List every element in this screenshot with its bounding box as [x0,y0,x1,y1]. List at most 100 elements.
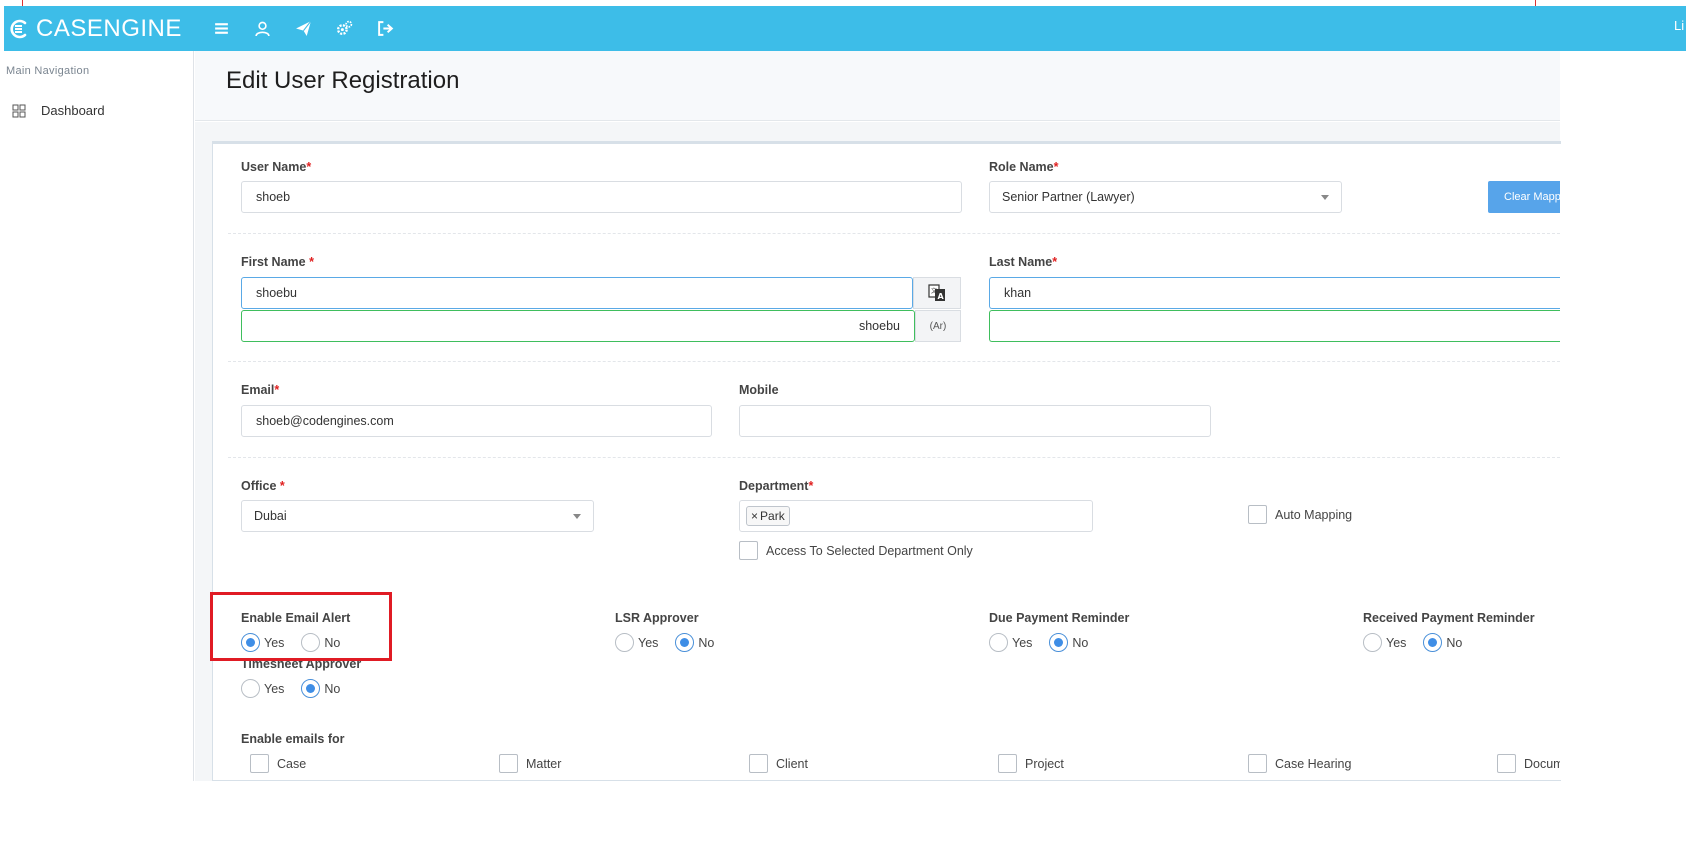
highlight-annotation-box [210,592,392,661]
sign-out-icon [377,20,393,36]
received-payment-reminder-yes-radio[interactable] [1363,633,1382,652]
emails-for-item-label: Case Hearing [1275,756,1352,771]
emails-for-case-row[interactable]: Case [250,754,306,773]
chevron-down-icon [573,514,581,519]
emails-for-matter-checkbox[interactable] [499,754,518,773]
svg-text:文: 文 [931,287,937,295]
last-name-label: Last Name* [989,255,1058,269]
emails-for-project-row[interactable]: Project [998,754,1064,773]
received-payment-reminder-label: Received Payment Reminder [1363,611,1535,625]
radio-yes-label: Yes [638,635,659,650]
lsr-approver-no-radio[interactable] [675,633,695,652]
emails-for-document-checkbox[interactable] [1497,754,1516,773]
first-name-arabic-input[interactable]: shoebu [241,310,915,342]
emails-for-item-label: Project [1025,756,1064,771]
settings-button[interactable] [332,16,356,40]
row-divider [228,457,1560,458]
svg-text:A: A [938,292,945,301]
translate-icon: 文 A [928,284,945,301]
access-selected-dept-label: Access To Selected Department Only [766,543,973,558]
row-divider [228,233,1560,234]
office-select[interactable]: Dubai [241,500,594,532]
office-label: Office * [241,479,285,493]
logout-button[interactable] [373,16,397,40]
emails-for-case-hearing-checkbox[interactable] [1248,754,1267,773]
received-payment-reminder-no-radio[interactable] [1423,633,1443,652]
received-payment-reminder-radios: Yes No [1363,633,1462,652]
emails-for-item-label: Docume [1524,756,1560,771]
emails-for-item-label: Case [277,756,307,771]
cogs-icon [336,20,352,35]
role-name-select[interactable]: Senior Partner (Lawyer) [989,181,1342,213]
due-payment-reminder-yes-radio[interactable] [989,633,1008,652]
topbar-user-link[interactable]: Li [1674,18,1686,33]
emails-for-client-checkbox[interactable] [749,754,768,773]
emails-for-case-hearing-row[interactable]: Case Hearing [1248,754,1351,773]
arabic-addon: (Ar) [915,310,961,342]
user-name-input[interactable]: shoeb [241,181,962,213]
radio-yes-label: Yes [1386,635,1407,650]
hamburger-icon [214,22,228,34]
timesheet-approver-yes-radio[interactable] [241,679,260,698]
paper-plane-icon [295,20,311,36]
chip-label: Park [760,509,785,523]
sidebar-item-dashboard[interactable]: Dashboard [12,103,105,118]
translate-button[interactable]: 文 A [913,277,961,309]
due-payment-reminder-no-radio[interactable] [1049,633,1069,652]
brand-logo[interactable]: CASENGINE [8,14,182,44]
email-input[interactable]: shoeb@codengines.com [241,405,712,437]
due-payment-reminder-label: Due Payment Reminder [989,611,1130,625]
send-button[interactable] [291,16,315,40]
form-card [212,141,1561,781]
emails-for-document-row[interactable]: Docume [1497,754,1560,773]
emails-for-client-row[interactable]: Client [749,754,808,773]
emails-for-matter-row[interactable]: Matter [499,754,561,773]
last-name-input[interactable]: khan [989,277,1560,309]
role-name-label: Role Name* [989,160,1059,174]
chip-remove-icon[interactable]: × [751,509,758,523]
row-divider [228,361,1560,362]
lsr-approver-label: LSR Approver [615,611,699,625]
radio-no-label: No [324,681,341,696]
radio-no-label: No [1072,635,1089,650]
enable-emails-for-label: Enable emails for [241,732,345,746]
user-icon [254,21,270,36]
sidebar-item-label: Dashboard [41,103,105,118]
department-multiselect[interactable]: × Park [739,500,1093,532]
department-label: Department* [739,479,814,493]
user-name-label: User Name* [241,160,312,174]
timesheet-approver-no-radio[interactable] [301,679,321,698]
mobile-input[interactable] [739,405,1211,437]
due-payment-reminder-radios: Yes No [989,633,1088,652]
menu-toggle-button[interactable] [209,16,233,40]
access-selected-dept-checkbox[interactable] [739,541,758,560]
chevron-down-icon [1321,195,1329,200]
sidebar-heading: Main Navigation [6,65,90,77]
brand-name: CASENGINE [36,15,182,42]
radio-yes-label: Yes [264,681,285,696]
emails-for-case-checkbox[interactable] [250,754,269,773]
user-profile-button[interactable] [250,16,274,40]
grid-icon [12,104,26,117]
clear-mapping-button[interactable]: Clear Mapp [1488,181,1560,213]
radio-yes-label: Yes [1012,635,1033,650]
auto-mapping-checkbox-row[interactable]: Auto Mapping [1248,505,1352,524]
auto-mapping-label: Auto Mapping [1275,507,1353,522]
lsr-approver-yes-radio[interactable] [615,633,634,652]
role-name-value: Senior Partner (Lawyer) [1002,190,1135,204]
access-selected-dept-row[interactable]: Access To Selected Department Only [739,541,973,560]
last-name-arabic-input[interactable] [989,310,1560,342]
timesheet-approver-radios: Yes No [241,679,340,698]
page-title: Edit User Registration [226,67,460,94]
email-label: Email* [241,383,280,397]
radio-no-label: No [698,635,715,650]
auto-mapping-checkbox[interactable] [1248,505,1267,524]
sidebar: Main Navigation Dashboard [0,51,194,781]
first-name-input[interactable]: shoebu [241,277,913,309]
first-name-label: First Name * [241,255,314,269]
mobile-label: Mobile [739,383,779,397]
top-navbar: CASENGINE Li [4,6,1686,51]
emails-for-project-checkbox[interactable] [998,754,1017,773]
page-header: Edit User Registration [195,51,1560,121]
radio-no-label: No [1446,635,1463,650]
